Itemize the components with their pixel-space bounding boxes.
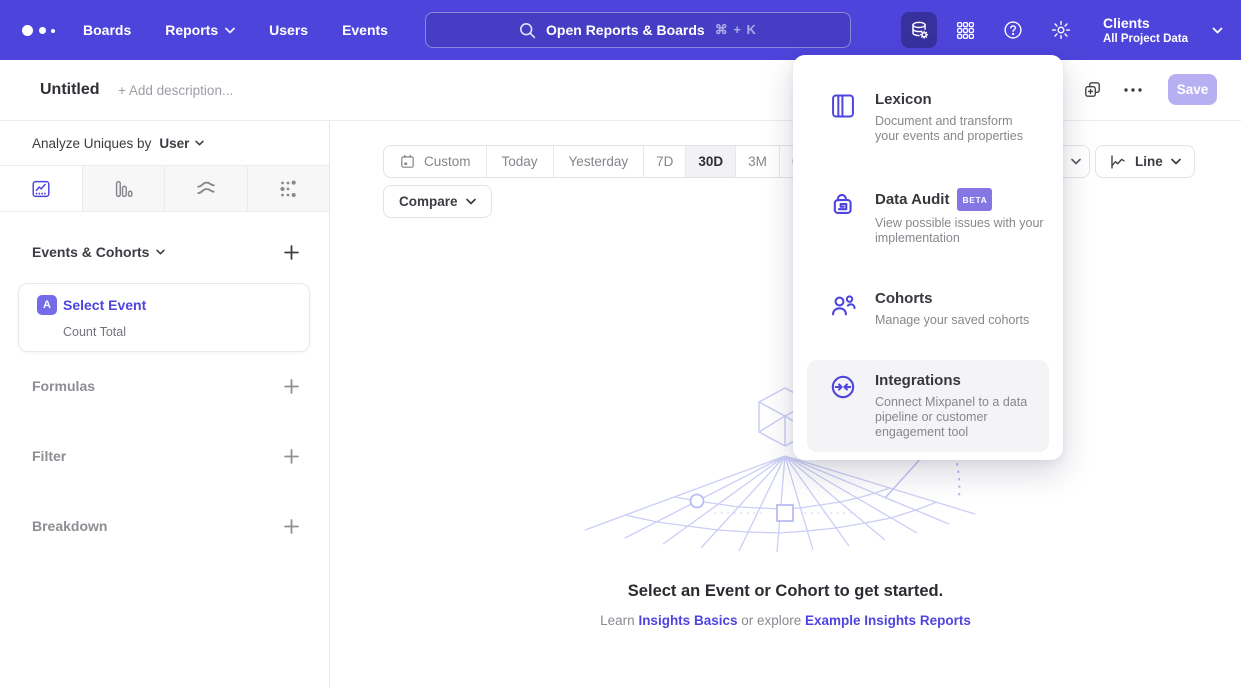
cohorts-people-icon: [829, 291, 857, 319]
date-range-3m[interactable]: 3M: [735, 146, 779, 177]
events-cohorts-section: Events & Cohorts: [32, 244, 299, 260]
duplicate-report-button[interactable]: [1083, 80, 1102, 99]
add-filter-button[interactable]: [284, 449, 299, 464]
duplicate-icon: [1083, 80, 1102, 99]
search-input[interactable]: Open Reports & Boards ⌘ + K: [425, 12, 851, 48]
event-card[interactable]: A Select Event Count Total: [18, 283, 310, 352]
query-sidebar: Analyze Uniques by User: [0, 121, 330, 688]
report-canvas: Custom Today Yesterday 7D 30D 3M 6M Comp…: [330, 121, 1241, 688]
menu-item-lexicon[interactable]: Lexicon Document and transform your even…: [807, 79, 1049, 156]
chart-type-dropdown[interactable]: Line: [1095, 145, 1195, 178]
analyze-value-dropdown[interactable]: User: [159, 136, 189, 151]
nav-item-users[interactable]: Users: [269, 22, 308, 38]
ellipsis-icon: [1124, 88, 1142, 92]
formulas-section: Formulas: [32, 378, 299, 394]
compare-button[interactable]: Compare: [383, 185, 492, 218]
search-shortcut: ⌘ + K: [715, 22, 757, 38]
help-button[interactable]: [995, 12, 1031, 48]
select-event-button[interactable]: Select Event: [63, 297, 146, 313]
lexicon-book-icon: [829, 92, 857, 120]
report-description-field[interactable]: + Add description...: [118, 83, 233, 98]
project-name: All Project Data: [1103, 32, 1188, 46]
project-selector[interactable]: Clients All Project Data: [1079, 15, 1223, 46]
add-formula-button[interactable]: [284, 379, 299, 394]
tab-dots-grid-chart[interactable]: [247, 166, 330, 211]
tab-flow-chart[interactable]: [164, 166, 247, 211]
filter-header: Filter: [32, 448, 66, 464]
bar-chart-icon: [112, 178, 134, 200]
date-range-yesterday[interactable]: Yesterday: [553, 146, 644, 177]
tab-insights-line[interactable]: [0, 166, 82, 211]
empty-state-heading: Select an Event or Cohort to get started…: [330, 582, 1241, 601]
menu-item-cohorts[interactable]: Cohorts Manage your saved cohorts: [807, 278, 1049, 340]
date-range-more-button[interactable]: [1061, 146, 1089, 177]
search-placeholder: Open Reports & Boards: [546, 22, 705, 38]
series-badge: A: [37, 295, 57, 315]
search-icon: [519, 22, 536, 39]
report-title[interactable]: Untitled: [40, 81, 100, 99]
top-navigation: Boards Reports Users Events Open Reports…: [0, 0, 1241, 60]
breakdown-header: Breakdown: [32, 518, 107, 534]
date-range-custom[interactable]: Custom: [384, 146, 486, 177]
settings-gear-icon: [1050, 19, 1072, 41]
help-icon: [1002, 19, 1024, 41]
example-insights-reports-link[interactable]: Example Insights Reports: [805, 613, 971, 628]
data-management-icon: [908, 19, 931, 42]
insights-line-chart-icon: [30, 178, 52, 200]
chevron-down-icon: [225, 27, 235, 34]
empty-state-subtext: Learn Insights Basics or explore Example…: [330, 613, 1241, 628]
chevron-down-icon: [466, 198, 476, 205]
nav-item-events[interactable]: Events: [342, 22, 388, 38]
plus-icon: [284, 379, 299, 394]
plus-icon: [284, 519, 299, 534]
org-name: Clients: [1103, 15, 1188, 32]
apps-grid-button[interactable]: [947, 12, 983, 48]
dots-grid-chart-icon: [277, 178, 299, 200]
data-audit-icon: [829, 189, 857, 217]
filter-section: Filter: [32, 448, 299, 464]
formulas-header: Formulas: [32, 378, 95, 394]
date-range-30d[interactable]: 30D: [685, 146, 735, 177]
events-cohorts-header[interactable]: Events & Cohorts: [32, 244, 165, 260]
add-breakdown-button[interactable]: [284, 519, 299, 534]
menu-item-integrations[interactable]: Integrations Connect Mixpanel to a data …: [807, 360, 1049, 452]
tab-bar-chart[interactable]: [82, 166, 165, 211]
nav-item-reports[interactable]: Reports: [165, 22, 235, 38]
chevron-down-icon: [1171, 158, 1181, 165]
chevron-down-icon: [1212, 27, 1223, 34]
add-event-button[interactable]: [284, 245, 299, 260]
nav-item-boards[interactable]: Boards: [83, 22, 131, 38]
chevron-down-icon[interactable]: [195, 140, 204, 146]
analyze-uniques-row: Analyze Uniques by User: [0, 121, 329, 166]
beta-badge: BETA: [957, 188, 992, 211]
data-management-menu: Lexicon Document and transform your even…: [793, 55, 1063, 460]
chart-type-tabs: [0, 166, 329, 212]
plus-icon: [284, 449, 299, 464]
breakdown-section: Breakdown: [32, 518, 299, 534]
more-options-button[interactable]: [1124, 88, 1142, 92]
save-button[interactable]: Save: [1168, 74, 1217, 105]
line-chart-icon: [1109, 153, 1127, 171]
data-management-button[interactable]: [901, 12, 937, 48]
plus-icon: [284, 245, 299, 260]
date-range-today[interactable]: Today: [486, 146, 553, 177]
chevron-down-icon: [1071, 158, 1081, 165]
mixpanel-logo[interactable]: [22, 0, 62, 60]
menu-item-data-audit[interactable]: Data AuditBETA View possible issues with…: [807, 176, 1049, 258]
integrations-sync-icon: [829, 373, 857, 401]
apps-grid-icon: [955, 20, 976, 41]
flow-chart-icon: [195, 178, 217, 200]
calendar-icon: [399, 153, 416, 170]
chevron-down-icon: [156, 249, 165, 255]
analyze-label: Analyze Uniques by: [32, 136, 151, 151]
insights-basics-link[interactable]: Insights Basics: [638, 613, 737, 628]
count-type-selector[interactable]: Count Total: [63, 325, 126, 339]
settings-button[interactable]: [1043, 12, 1079, 48]
date-range-7d[interactable]: 7D: [643, 146, 685, 177]
